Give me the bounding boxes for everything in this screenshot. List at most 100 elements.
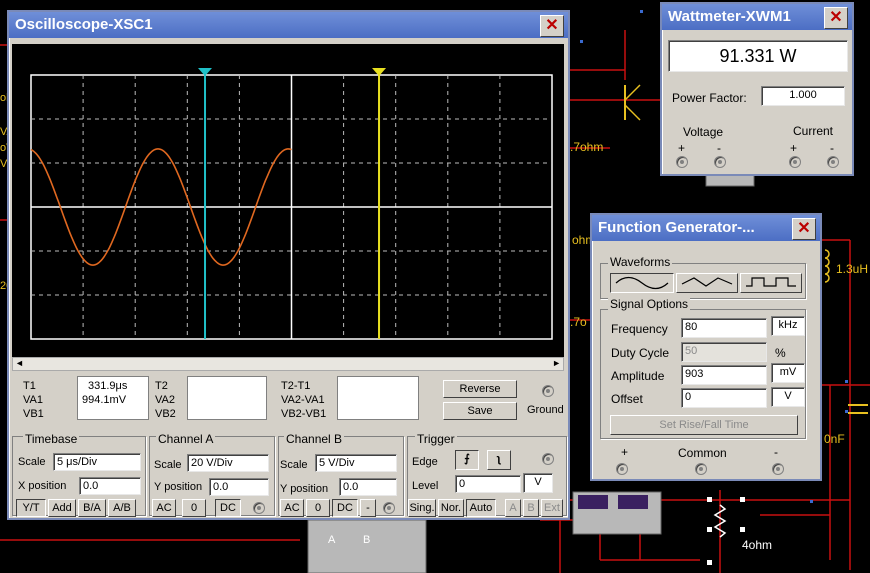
power-factor-label: Power Factor: xyxy=(672,91,747,105)
voltage-minus-terminal[interactable] xyxy=(714,156,726,168)
channel-a-ypos-field[interactable]: 0.0 xyxy=(209,478,269,496)
readout-box-2 xyxy=(187,376,267,420)
duty-cycle-field[interactable]: 50 xyxy=(681,342,767,362)
offset-label: Offset xyxy=(611,392,643,406)
channel-b-zero-button[interactable]: 0 xyxy=(306,499,330,517)
trigger-auto-button[interactable]: Auto xyxy=(466,499,496,517)
amplitude-unit[interactable]: mV xyxy=(771,363,805,383)
bg-label-4ohm: 4ohm xyxy=(742,538,773,552)
timebase-scale-label: Scale xyxy=(18,456,46,468)
funcgen-minus-label: - xyxy=(774,445,778,459)
voltage-plus-label: + xyxy=(678,141,686,155)
wattmeter-window[interactable]: Wattmeter-XWM1 ✕ 91.331 W Power Factor: … xyxy=(660,2,854,176)
current-minus-terminal[interactable] xyxy=(827,156,839,168)
function-generator-window[interactable]: Function Generator-... ✕ Waveforms Signa… xyxy=(590,213,822,481)
probe-b-label: B xyxy=(363,534,371,546)
signal-options-label: Signal Options xyxy=(608,297,691,311)
trigger-level-field[interactable]: 0 xyxy=(455,475,521,493)
channel-b-minus-button[interactable]: - xyxy=(360,499,376,517)
mode-yt-button[interactable]: Y/T xyxy=(16,499,46,517)
offset-unit[interactable]: V xyxy=(771,387,805,407)
funcgen-plus-terminal[interactable] xyxy=(616,463,628,475)
va2-label: VA2 xyxy=(155,394,175,406)
amplitude-label: Amplitude xyxy=(611,369,665,383)
oscilloscope-window[interactable]: Oscilloscope-XSC1 ✕ ◄ ► T1 VA1 VB1 331.9… xyxy=(7,10,570,520)
bg-label-capacitor: 0nF xyxy=(824,432,845,446)
frequency-unit[interactable]: kHz xyxy=(771,316,805,336)
trigger-normal-button[interactable]: Nor. xyxy=(438,499,464,517)
t1-value: 331.9μs xyxy=(88,380,128,392)
set-rise-fall-time-button[interactable]: Set Rise/Fall Time xyxy=(610,415,798,435)
t2-t1-label: T2-T1 xyxy=(281,380,311,392)
vb2-label: VB2 xyxy=(155,408,176,420)
t1-label: T1 xyxy=(23,380,36,392)
save-button[interactable]: Save xyxy=(443,402,517,420)
waveforms-label: Waveforms xyxy=(608,255,673,269)
reverse-button[interactable]: Reverse xyxy=(443,380,517,398)
duty-cycle-label: Duty Cycle xyxy=(611,346,670,360)
falling-edge-icon[interactable]: ʅ xyxy=(487,450,511,470)
oscilloscope-screen[interactable] xyxy=(12,44,564,360)
sine-wave-icon xyxy=(615,276,669,290)
function-generator-close-icon[interactable]: ✕ xyxy=(792,218,816,240)
funcgen-common-terminal[interactable] xyxy=(695,463,707,475)
oscilloscope-title[interactable]: Oscilloscope-XSC1 xyxy=(9,12,568,38)
sine-wave-button[interactable] xyxy=(610,273,674,293)
channel-a-title: Channel A xyxy=(156,432,216,446)
trigger-source-radio[interactable] xyxy=(542,453,554,465)
trigger-single-button[interactable]: Sing. xyxy=(408,499,436,517)
voltage-plus-terminal[interactable] xyxy=(676,156,688,168)
channel-a-invert-radio[interactable] xyxy=(253,502,265,514)
channel-b-invert-radio[interactable] xyxy=(383,502,395,514)
power-factor-field: 1.000 xyxy=(761,86,845,106)
triangle-wave-icon xyxy=(681,277,733,287)
x-position-field[interactable]: 0.0 xyxy=(79,477,141,495)
mode-add-button[interactable]: Add xyxy=(48,499,76,517)
va1-value: 994.1mV xyxy=(82,394,127,406)
funcgen-minus-terminal[interactable] xyxy=(772,463,784,475)
duty-cycle-unit: % xyxy=(775,346,786,360)
ground-radio[interactable] xyxy=(542,385,554,397)
channel-b-ypos-field[interactable]: 0.0 xyxy=(339,478,397,496)
current-plus-terminal[interactable] xyxy=(789,156,801,168)
square-wave-button[interactable] xyxy=(740,273,802,293)
current-minus-label: - xyxy=(830,141,834,155)
readout-box-3 xyxy=(337,376,419,420)
vb2-vb1-label: VB2-VB1 xyxy=(281,408,327,420)
trigger-source-a-button[interactable]: A xyxy=(505,499,521,517)
amplitude-field[interactable]: 903 xyxy=(681,365,767,385)
channel-a-dc-button[interactable]: DC xyxy=(215,499,241,517)
trigger-source-ext-button[interactable]: Ext xyxy=(541,499,563,517)
channel-a-ac-button[interactable]: AC xyxy=(152,499,176,517)
ground-label: Ground xyxy=(527,404,564,416)
wattmeter-close-icon[interactable]: ✕ xyxy=(824,7,848,29)
oscilloscope-close-icon[interactable]: ✕ xyxy=(540,15,564,37)
scroll-left-icon[interactable]: ◄ xyxy=(15,358,24,368)
trigger-source-b-button[interactable]: B xyxy=(523,499,539,517)
channel-b-ac-button[interactable]: AC xyxy=(280,499,304,517)
channel-a-zero-button[interactable]: 0 xyxy=(182,499,206,517)
rising-edge-icon[interactable]: ⨍ xyxy=(455,450,479,470)
timebase-scale-field[interactable]: 5 μs/Div xyxy=(53,453,141,471)
square-wave-icon xyxy=(746,277,796,287)
x-position-label: X position xyxy=(18,480,67,492)
mode-ab-button[interactable]: A/B xyxy=(108,499,136,517)
timebase-title: Timebase xyxy=(23,432,80,446)
channel-b-dc-button[interactable]: DC xyxy=(332,499,358,517)
channel-b-scale-field[interactable]: 5 V/Div xyxy=(315,454,397,472)
triangle-wave-button[interactable] xyxy=(676,273,738,293)
function-generator-title[interactable]: Function Generator-... xyxy=(592,215,820,241)
probe-a-label: A xyxy=(328,534,336,546)
mode-ba-button[interactable]: B/A xyxy=(78,499,106,517)
offset-field[interactable]: 0 xyxy=(681,388,767,408)
scroll-right-icon[interactable]: ► xyxy=(552,358,561,368)
funcgen-plus-label: + xyxy=(621,445,629,459)
channel-b-scale-label: Scale xyxy=(280,459,308,471)
frequency-field[interactable]: 80 xyxy=(681,318,767,338)
frequency-label: Frequency xyxy=(611,322,668,336)
channel-a-scale-field[interactable]: 20 V/Div xyxy=(187,454,269,472)
trigger-level-unit[interactable]: V xyxy=(523,473,553,493)
horizontal-scrollbar[interactable]: ◄ ► xyxy=(12,357,564,371)
channel-a-scale-label: Scale xyxy=(154,459,182,471)
channel-a-ypos-label: Y position xyxy=(154,481,203,493)
